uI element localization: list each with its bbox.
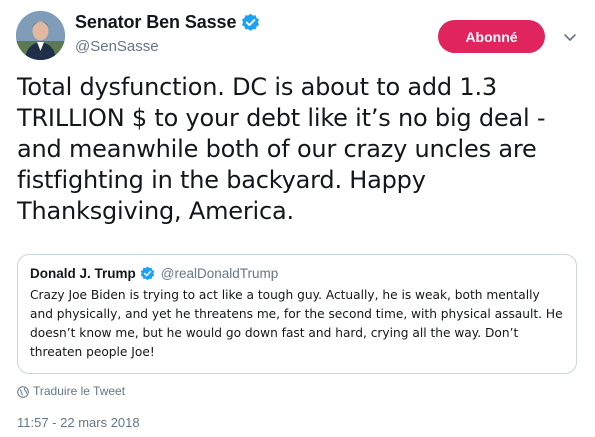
quoted-tweet-text: Crazy Joe Biden is trying to act like a … [30,288,563,359]
following-button[interactable]: Abonné [438,20,545,53]
author-name[interactable]: Senator Ben Sasse [75,12,236,33]
quoted-author-handle: @realDonaldTrump [160,266,279,281]
avatar[interactable] [16,11,65,60]
globe-icon [17,385,29,398]
tweet-timestamp[interactable]: 11:57 - 22 mars 2018 [17,415,140,430]
tweet-card: Senator Ben Sasse @SenSasse Abonné Total… [0,0,595,437]
verified-badge-icon [241,13,260,32]
quoted-tweet[interactable]: Donald J. Trump @realDonaldTrump Crazy J… [17,254,577,374]
quoted-author-name: Donald J. Trump [30,266,136,281]
tweet-text: Total dysfunction. DC is about to add 1.… [17,73,546,225]
verified-badge-icon [140,266,155,281]
translate-tweet-link[interactable]: Traduire le Tweet [17,384,125,398]
translate-label: Traduire le Tweet [33,384,126,398]
author-handle[interactable]: @SenSasse [75,38,260,55]
chevron-down-icon[interactable] [563,30,577,41]
author-block: Senator Ben Sasse @SenSasse [75,12,260,55]
